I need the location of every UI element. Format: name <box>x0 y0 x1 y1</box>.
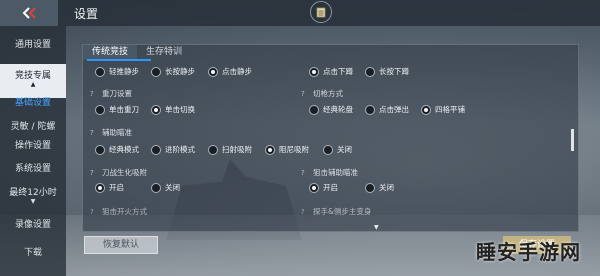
question-mark-icon[interactable]: ? <box>90 129 98 137</box>
radio-icon <box>151 182 161 193</box>
sidebar-item-system[interactable]: 系统设置 <box>0 164 66 175</box>
option-advanced-mode[interactable]: 进阶模式 <box>151 144 195 155</box>
sidebar-item-basic[interactable]: 基础设置 <box>0 98 66 109</box>
option-tap-crouch[interactable]: 点击下蹲 <box>309 66 353 77</box>
radio-icon <box>365 66 375 77</box>
sidebar-item-controls[interactable]: 操作设置 <box>0 141 66 152</box>
scrollbar[interactable] <box>571 129 574 151</box>
radio-selected-icon <box>309 66 319 77</box>
radio-icon <box>309 104 319 115</box>
sidebar-item-final-12h[interactable]: 最终12小时 ▼ <box>0 188 66 205</box>
radio-icon <box>365 182 375 193</box>
tab-bar: 传统竞技 生存特训 <box>83 45 191 60</box>
double-chevron-left-icon <box>22 7 36 19</box>
back-button[interactable] <box>0 0 58 26</box>
question-mark-icon[interactable]: ? <box>301 208 309 216</box>
sidebar-item-general[interactable]: 通用设置 <box>0 40 66 51</box>
option-sniper-off[interactable]: 关闭 <box>365 182 394 193</box>
sidebar-item-recording[interactable]: 录像设置 <box>0 220 66 231</box>
sidebar-item-label: 竞技专属 <box>14 71 51 81</box>
question-mark-icon[interactable]: ? <box>90 208 98 216</box>
group-aim-assist: ? 辅助瞄准 <box>90 128 132 137</box>
option-tap-walk[interactable]: 点击静步 <box>208 66 252 77</box>
group-sniper-assist: ? 狙击辅助瞄准 <box>301 168 358 177</box>
sidebar-item-competitive[interactable]: 竞技专属 ▲ <box>0 64 66 98</box>
sidebar-item-label: 最终12小时 <box>9 188 57 198</box>
caret-up-icon: ▲ <box>30 81 36 88</box>
group-heavy-blade: ? 重刀设置 <box>90 89 132 98</box>
option-classic-wheel[interactable]: 经典轮盘 <box>309 104 353 115</box>
option-sniper-on[interactable]: 开启 <box>309 182 338 193</box>
question-mark-icon[interactable]: ? <box>90 169 98 177</box>
radio-icon <box>95 66 105 77</box>
question-mark-icon[interactable]: ? <box>90 90 98 98</box>
option-tap-popup[interactable]: 点击弹出 <box>365 104 409 115</box>
group-switch-mode: ? 切枪方式 <box>301 89 343 98</box>
option-damping-snap[interactable]: 阻尼吸附 <box>265 144 309 155</box>
radio-selected-icon <box>265 144 275 155</box>
option-four-grid[interactable]: 四格平铺 <box>421 104 465 115</box>
option-classic-mode[interactable]: 经典模式 <box>95 144 139 155</box>
option-single-switch[interactable]: 单击切换 <box>151 104 195 115</box>
question-mark-icon[interactable]: ? <box>301 90 309 98</box>
caret-down-icon: ▼ <box>30 198 36 205</box>
watermark-logo: 睡安手游网 <box>476 240 581 264</box>
top-bar: 设置 <box>0 0 600 26</box>
option-light-push-walk[interactable]: 轻推静步 <box>95 66 139 77</box>
option-single-heavy[interactable]: 单击重刀 <box>95 104 139 115</box>
radio-icon <box>208 144 218 155</box>
tab-survival[interactable]: 生存特训 <box>137 45 191 60</box>
option-blade-off[interactable]: 关闭 <box>151 182 180 193</box>
sidebar: 通用设置 竞技专属 ▲ 基础设置 灵敏 / 陀螺 操作设置 系统设置 最终12小… <box>0 26 66 276</box>
tab-underline <box>87 59 151 61</box>
group-lean-peek: ? 探手&侧步主变身 <box>301 207 372 216</box>
scroll-down-icon[interactable]: ▼ <box>374 224 379 231</box>
group-sniper-fire: ? 狙击开火方式 <box>90 207 147 216</box>
notepad-icon <box>316 7 326 17</box>
radio-icon <box>95 104 105 115</box>
radio-selected-icon <box>208 66 218 77</box>
radio-icon <box>323 144 333 155</box>
option-hold-walk[interactable]: 长按静步 <box>151 66 195 77</box>
radio-icon <box>95 144 105 155</box>
radio-selected-icon <box>151 104 161 115</box>
group-blade-lifesteal: ? 刀战生化吸附 <box>90 168 147 177</box>
settings-panel: 传统竞技 生存特训 轻推静步 长按静步 点击静步 点击下蹲 长按下蹲 ? 重刀设置… <box>82 44 579 232</box>
question-mark-icon[interactable]: ? <box>301 169 309 177</box>
sidebar-item-sensitivity[interactable]: 灵敏 / 陀螺 <box>0 122 66 133</box>
tab-traditional[interactable]: 传统竞技 <box>83 45 138 60</box>
radio-selected-icon <box>309 182 319 193</box>
option-strafe-snap[interactable]: 扫射吸附 <box>208 144 252 155</box>
page-title: 设置 <box>74 7 99 21</box>
option-blade-on[interactable]: 开启 <box>95 182 124 193</box>
radio-icon <box>151 66 161 77</box>
radio-icon <box>365 104 375 115</box>
sidebar-item-download[interactable]: 下载 <box>0 248 66 259</box>
radio-icon <box>151 144 161 155</box>
option-hold-crouch[interactable]: 长按下蹲 <box>365 66 409 77</box>
notice-button[interactable] <box>310 1 332 23</box>
radio-selected-icon <box>421 104 431 115</box>
option-aim-off[interactable]: 关闭 <box>323 144 352 155</box>
radio-selected-icon <box>95 182 105 193</box>
restore-default-button[interactable]: 恢复默认 <box>84 236 158 254</box>
